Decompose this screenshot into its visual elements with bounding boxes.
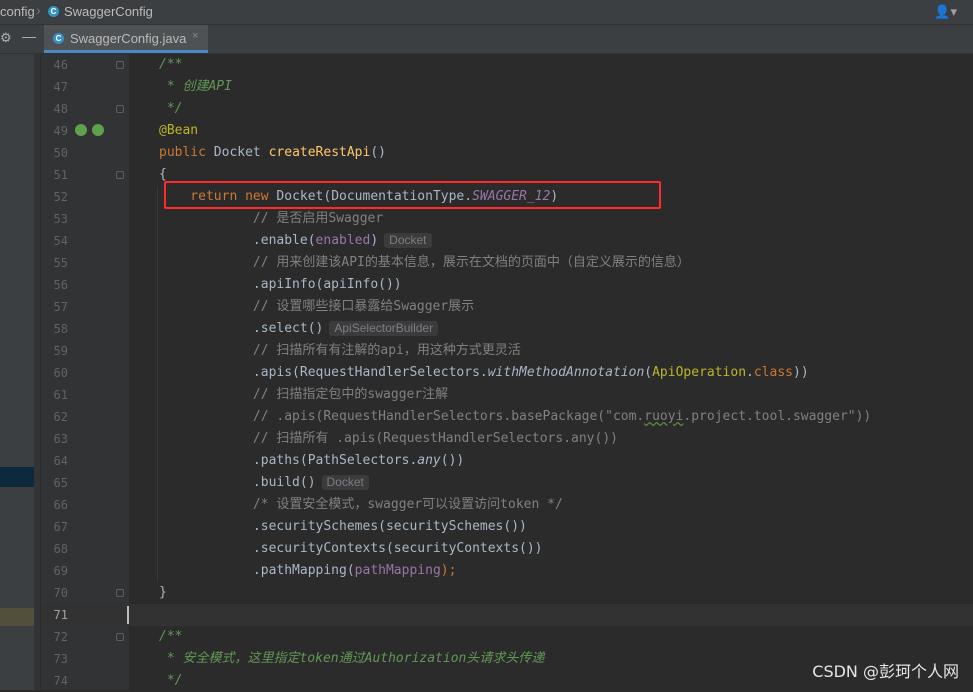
code-line-56: .apiInfo(apiInfo())	[159, 277, 402, 292]
bean-icon[interactable]	[75, 124, 87, 136]
code-line-53: // 是否启用Swagger	[159, 211, 384, 226]
project-highlight-row[interactable]	[0, 608, 34, 626]
line-number: 51	[53, 168, 68, 182]
navigation-bar: config › C SwaggerConfig 👤▾	[0, 0, 973, 25]
code-line-63: // 扫描所有 .apis(RequestHandlerSelectors.an…	[159, 431, 618, 446]
line-number: 73	[53, 652, 68, 666]
code-line-58: .select() ApiSelectorBuilder	[159, 318, 439, 340]
class-icon: C	[53, 33, 64, 44]
line-number: 65	[53, 476, 68, 490]
code-line-67: .securitySchemes(securitySchemes())	[159, 519, 527, 534]
fold-icon[interactable]	[116, 633, 124, 641]
line-number: 55	[53, 256, 68, 270]
code-line-62: // .apis(RequestHandlerSelectors.basePac…	[159, 409, 872, 424]
code-line-73: * 安全模式，这里指定token通过Authorization头请求头传递	[159, 651, 545, 666]
code-line-60: .apis(RequestHandlerSelectors.withMethod…	[159, 365, 809, 380]
line-number: 70	[53, 586, 68, 600]
current-line-highlight	[41, 604, 973, 626]
line-number: 62	[53, 410, 68, 424]
code-line-64: .paths(PathSelectors.any())	[159, 453, 465, 468]
editor-tab-bar: ⚙ — C SwaggerConfig.java ×	[0, 25, 973, 54]
text-cursor	[127, 606, 129, 624]
code-line-68: .securityContexts(securityContexts())	[159, 541, 543, 556]
close-icon[interactable]: ×	[192, 30, 198, 42]
user-icon[interactable]: 👤▾	[934, 4, 957, 20]
project-scrollbar[interactable]	[34, 54, 40, 690]
class-icon: C	[48, 6, 59, 17]
breadcrumb-parent[interactable]: config	[0, 4, 35, 19]
fold-icon[interactable]	[116, 61, 124, 69]
code-line-57: // 设置哪些接口暴露给Swagger展示	[159, 299, 475, 314]
line-number: 59	[53, 344, 68, 358]
line-number: 57	[53, 300, 68, 314]
line-number: 60	[53, 366, 68, 380]
line-number: 47	[53, 80, 68, 94]
code-line-46: /**	[159, 57, 183, 72]
type-hint: Docket	[321, 475, 369, 490]
line-number: 48	[53, 102, 68, 116]
code-line-59: // 扫描所有有注解的api，用这种方式更灵活	[159, 343, 521, 358]
tab-label: SwaggerConfig.java	[70, 31, 187, 46]
code-line-70: }	[159, 585, 167, 600]
line-number: 61	[53, 388, 68, 402]
highlight-box	[164, 181, 661, 209]
minimize-icon[interactable]: —	[22, 28, 36, 44]
fold-icon[interactable]	[116, 105, 124, 113]
code-line-55: // 用来创建该API的基本信息，展示在文档的页面中（自定义展示的信息）	[159, 255, 690, 270]
project-panel[interactable]	[0, 54, 41, 690]
code-line-49: @Bean	[159, 123, 199, 138]
line-number: 71	[53, 608, 68, 622]
fold-icon[interactable]	[116, 589, 124, 597]
line-number: 72	[53, 630, 68, 644]
code-line-69: .pathMapping(pathMapping);	[159, 563, 457, 578]
line-number: 49	[53, 124, 68, 138]
line-number: 68	[53, 542, 68, 556]
code-line-66: /* 设置安全模式，swagger可以设置访问token */	[159, 497, 563, 512]
code-line-54: .enable(enabled) Docket	[159, 230, 432, 252]
watermark: CSDN @彭珂个人网	[812, 662, 959, 681]
fold-icon[interactable]	[116, 171, 124, 179]
line-number: 53	[53, 212, 68, 226]
code-line-47: * 创建API	[159, 79, 232, 94]
code-line-50: public Docket createRestApi()	[159, 145, 386, 160]
chevron-right-icon: ›	[36, 2, 41, 18]
line-number: 54	[53, 234, 68, 248]
line-number: 67	[53, 520, 68, 534]
code-line-65: .build() Docket	[159, 472, 369, 494]
line-number: 69	[53, 564, 68, 578]
breadcrumb-current[interactable]: SwaggerConfig	[64, 4, 153, 19]
line-number: 46	[53, 58, 68, 72]
line-number: 66	[53, 498, 68, 512]
code-line-72: /**	[159, 629, 183, 644]
code-line-61: // 扫描指定包中的swagger注解	[159, 387, 449, 402]
bean-icon[interactable]	[92, 124, 104, 136]
line-number: 52	[53, 190, 68, 204]
indent-guide	[157, 186, 158, 582]
code-line-48: */	[159, 101, 183, 116]
line-number: 50	[53, 146, 68, 160]
line-number: 56	[53, 278, 68, 292]
line-number: 64	[53, 454, 68, 468]
code-line-74: */	[159, 673, 183, 688]
line-number: 74	[53, 674, 68, 688]
type-hint: Docket	[384, 233, 432, 248]
gear-icon[interactable]: ⚙	[0, 30, 12, 46]
tab-swaggerconfig[interactable]: C SwaggerConfig.java ×	[44, 25, 208, 53]
type-hint: ApiSelectorBuilder	[329, 321, 439, 336]
line-number: 63	[53, 432, 68, 446]
line-number: 58	[53, 322, 68, 336]
